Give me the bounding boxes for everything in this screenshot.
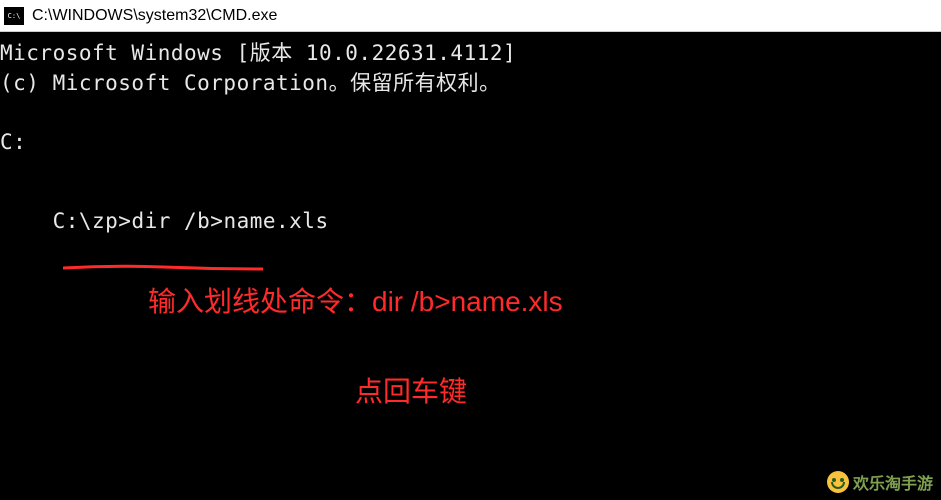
underline-annotation (63, 203, 261, 209)
watermark-face-icon (827, 471, 849, 493)
window-title-bar: C:\WINDOWS\system32\CMD.exe (0, 0, 941, 32)
watermark-text: 欢乐淘手游 (853, 470, 933, 494)
cmd-icon (4, 7, 24, 25)
copyright-line: (c) Microsoft Corporation。保留所有权利。 (0, 68, 941, 98)
banner-line: Microsoft Windows [版本 10.0.22631.4112] (0, 38, 941, 68)
terminal-output[interactable]: Microsoft Windows [版本 10.0.22631.4112] (… (0, 32, 941, 297)
command-line: C:\zp>dir /b>name.xls (0, 175, 941, 297)
prompt-empty: C: (0, 127, 941, 157)
window-title: C:\WINDOWS\system32\CMD.exe (32, 7, 277, 25)
instruction-annotation-2: 点回车键 (355, 370, 467, 410)
watermark: 欢乐淘手游 (827, 470, 933, 494)
instruction-annotation-1: 输入划线处命令：dir /b>name.xls (148, 280, 563, 320)
